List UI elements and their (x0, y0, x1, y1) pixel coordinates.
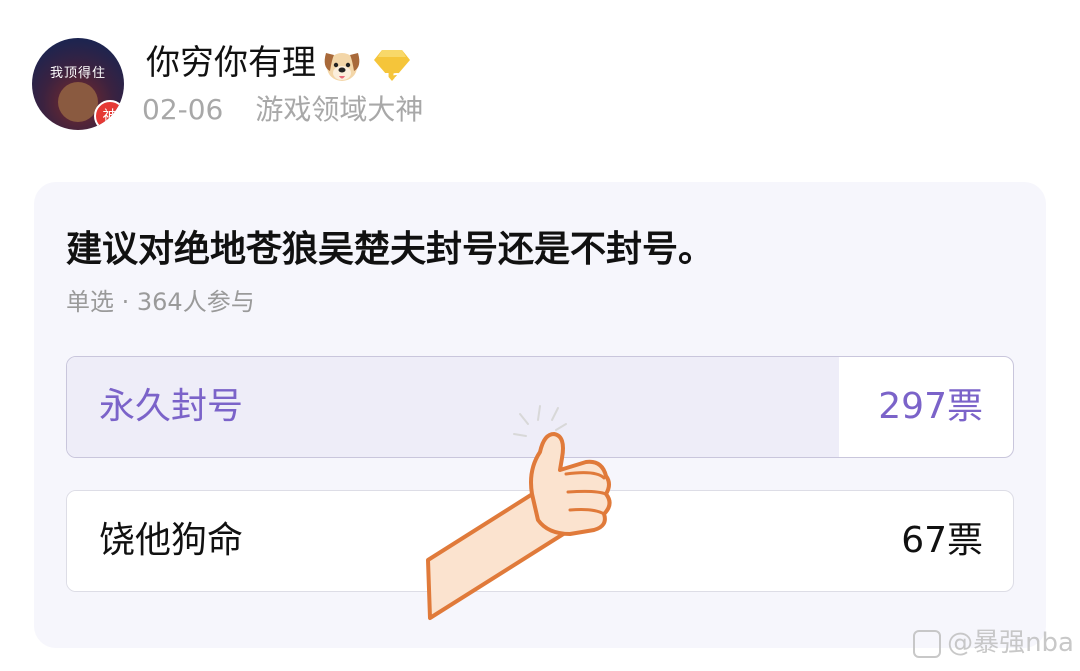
watermark-logo-icon (913, 629, 942, 658)
thumbs-up-icon (420, 400, 620, 640)
post-meta: 02-06 游戏领域大神 (142, 90, 423, 130)
poll-info: 单选 · 364人参与 (66, 288, 255, 316)
username[interactable]: 你穷你有理 (146, 43, 316, 83)
dog-face-icon (320, 45, 364, 85)
watermark: @暴强nba (913, 622, 1074, 659)
poll-option-1-label: 永久封号 (99, 386, 244, 427)
poll-option-2-label: 饶他狗命 (99, 520, 244, 561)
level-badge: 13 (372, 45, 412, 88)
avatar[interactable]: 我顶得住 神 (32, 38, 124, 130)
avatar-figure (58, 82, 98, 122)
post-date: 02-06 (142, 93, 224, 126)
avatar-text: 我顶得住 (49, 66, 106, 81)
user-title: 游戏领域大神 (255, 93, 424, 126)
poll-option-1-votes: 297票 (878, 386, 983, 427)
watermark-text: @暴强nba (947, 628, 1074, 658)
post-page: 我顶得住 神 你穷你有理 13 02-06 游戏领域大神 建议对绝地苍狼吴楚夫封… (0, 0, 1080, 671)
avatar-badge: 神 (94, 100, 124, 130)
poll-question: 建议对绝地苍狼吴楚夫封号还是不封号。 (66, 229, 715, 270)
username-row: 你穷你有理 13 (146, 38, 412, 88)
poll-option-2-votes: 67票 (901, 520, 983, 561)
